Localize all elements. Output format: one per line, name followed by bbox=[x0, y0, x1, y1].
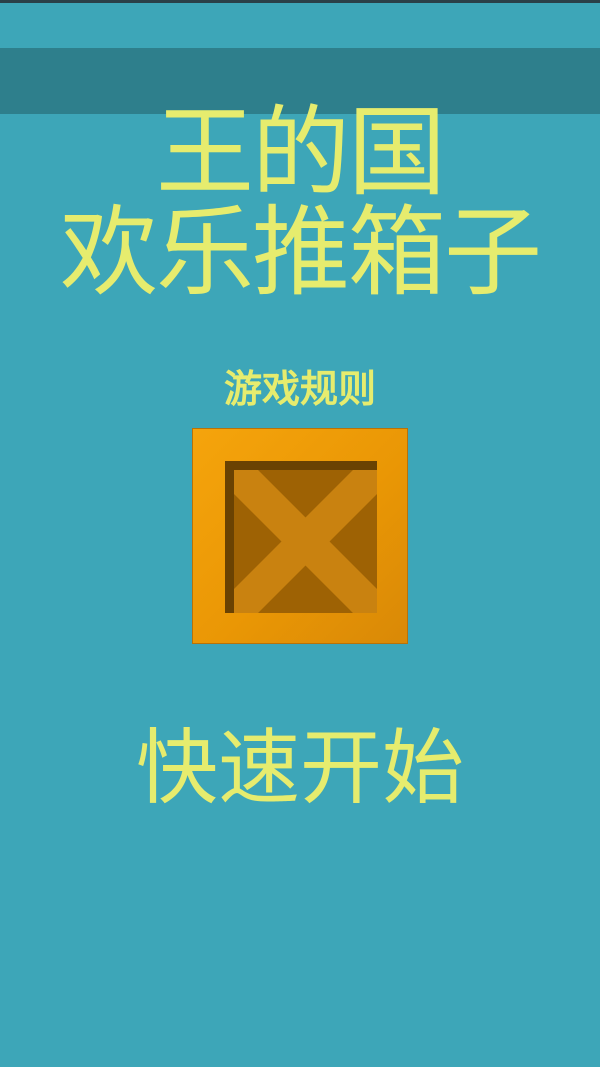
game-title-line-1: 王的国 bbox=[155, 96, 446, 210]
game-rules-button[interactable]: 游戏规则 bbox=[0, 370, 600, 408]
status-strip bbox=[0, 0, 600, 3]
crate-shadow-left bbox=[225, 461, 234, 613]
game-title-line-2: 欢乐推箱子 bbox=[59, 196, 542, 310]
crate-graphic bbox=[225, 461, 377, 613]
quick-start-button[interactable]: 快速开始 bbox=[0, 728, 600, 810]
crate-shadow-top bbox=[225, 461, 377, 470]
wooden-crate-icon[interactable] bbox=[192, 428, 408, 644]
